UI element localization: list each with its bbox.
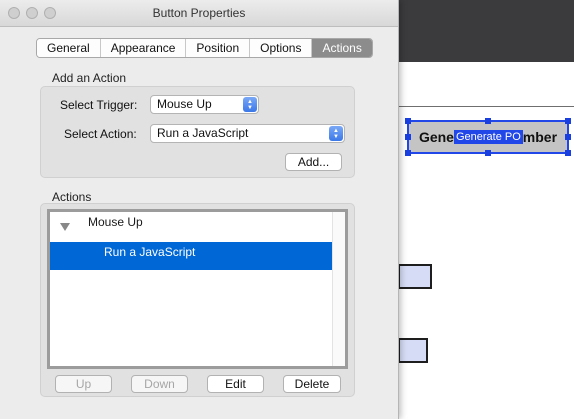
actions-list[interactable]: Mouse Up Run a JavaScript <box>47 209 348 369</box>
title-bar: Button Properties <box>0 0 398 27</box>
list-item-label: Run a JavaScript <box>104 245 196 259</box>
form-text-field[interactable] <box>398 264 432 289</box>
trigger-select-value: Mouse Up <box>157 97 212 111</box>
select-trigger-label: Select Trigger: <box>60 98 138 112</box>
resize-handle[interactable] <box>565 134 571 140</box>
resize-handle[interactable] <box>565 118 571 124</box>
updown-chevron-icon: ▲ ▼ <box>329 126 343 141</box>
select-action-label: Select Action: <box>64 127 137 141</box>
tab-actions[interactable]: Actions <box>312 39 372 57</box>
resize-handle[interactable] <box>485 118 491 124</box>
move-down-button[interactable]: Down <box>131 375 188 393</box>
actions-group-label: Actions <box>52 190 92 204</box>
form-button-text-left: Gene <box>418 129 454 145</box>
list-item-trigger[interactable]: Mouse Up <box>50 212 333 242</box>
list-item-label: Mouse Up <box>88 215 143 229</box>
tab-bar: General Appearance Position Options Acti… <box>36 38 373 58</box>
action-select[interactable]: Run a JavaScript ▲ ▼ <box>150 124 345 143</box>
action-select-value: Run a JavaScript <box>157 126 249 140</box>
form-button-text-right: mber <box>522 129 558 145</box>
generate-po-form-button[interactable]: Gene Generate PO mber <box>407 120 569 154</box>
tab-general[interactable]: General <box>37 39 101 57</box>
page-divider <box>396 106 574 107</box>
list-item-action[interactable]: Run a JavaScript <box>50 242 333 270</box>
button-properties-dialog: Button Properties General Appearance Pos… <box>0 0 399 419</box>
edit-button[interactable]: Edit <box>207 375 264 393</box>
resize-handle[interactable] <box>405 134 411 140</box>
move-up-button[interactable]: Up <box>55 375 112 393</box>
add-action-button[interactable]: Add... <box>285 153 342 171</box>
tab-position[interactable]: Position <box>186 39 251 57</box>
window-title: Button Properties <box>152 6 246 20</box>
disclosure-triangle-icon[interactable] <box>60 223 70 231</box>
form-text-field[interactable] <box>398 338 428 363</box>
resize-handle[interactable] <box>405 118 411 124</box>
tab-options[interactable]: Options <box>250 39 313 57</box>
delete-button[interactable]: Delete <box>283 375 341 393</box>
resize-handle[interactable] <box>405 150 411 156</box>
updown-chevron-icon: ▲ ▼ <box>243 97 257 112</box>
tab-appearance[interactable]: Appearance <box>100 39 187 57</box>
resize-handle[interactable] <box>565 150 571 156</box>
form-button-selected-text: Generate PO <box>453 130 523 144</box>
resize-handle[interactable] <box>485 150 491 156</box>
trigger-select[interactable]: Mouse Up ▲ ▼ <box>150 95 259 114</box>
add-action-group-label: Add an Action <box>52 71 127 85</box>
add-action-panel: Select Trigger: Mouse Up ▲ ▼ Select Actio… <box>40 86 355 178</box>
list-scrollbar[interactable] <box>332 212 345 366</box>
